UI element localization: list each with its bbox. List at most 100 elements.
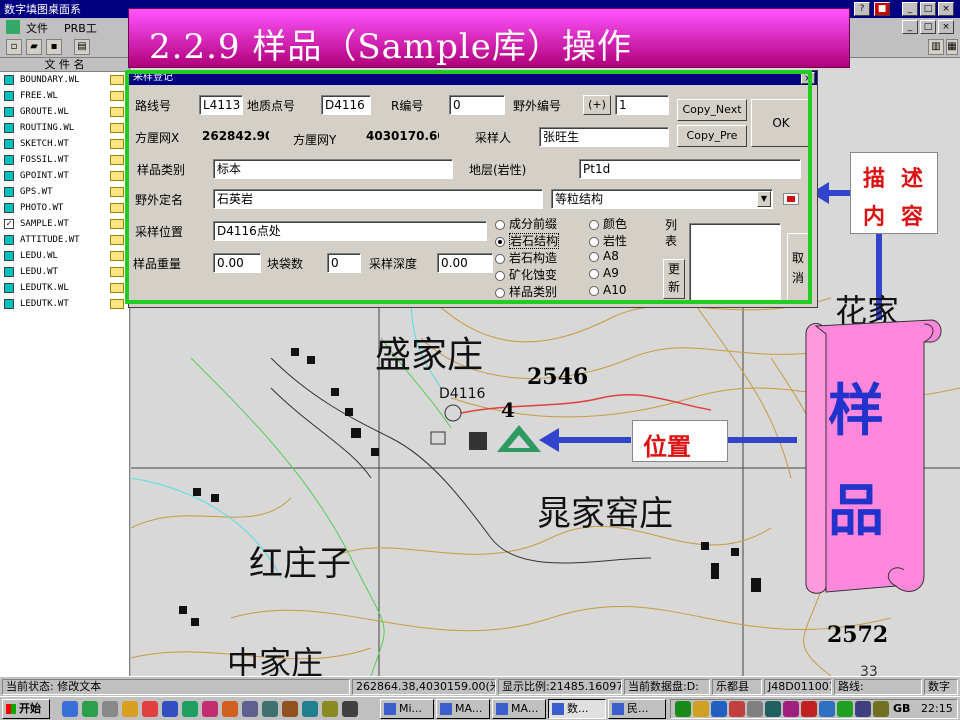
radio-icon[interactable] xyxy=(495,253,505,264)
quicklaunch-app-icon-2[interactable] xyxy=(142,701,158,717)
chevron-down-icon[interactable]: ▼ xyxy=(757,191,771,207)
layer-row[interactable]: ATTITUDE.WT xyxy=(0,232,129,248)
radio-icon[interactable] xyxy=(495,287,505,298)
layer-visibility-checkbox[interactable] xyxy=(4,299,14,309)
quicklaunch-app-icon-7[interactable] xyxy=(322,701,338,717)
radio-icon[interactable] xyxy=(589,236,599,247)
cancel-button[interactable]: 取消 xyxy=(787,233,809,303)
layer-visibility-checkbox[interactable] xyxy=(4,139,14,149)
quicklaunch-app-icon-8[interactable] xyxy=(342,701,358,717)
tray-icon-1[interactable] xyxy=(675,701,691,717)
layer-row[interactable]: GPS.WT xyxy=(0,184,129,200)
tray-icon-4[interactable] xyxy=(729,701,745,717)
new-file-icon[interactable]: ▫ xyxy=(6,39,22,55)
radio-option[interactable]: A9 xyxy=(589,266,619,280)
folder-icon[interactable] xyxy=(110,155,124,165)
layer-visibility-checkbox[interactable] xyxy=(4,107,14,117)
maximize-icon[interactable]: □ xyxy=(920,2,936,16)
list-box[interactable] xyxy=(689,223,781,303)
quicklaunch-access-icon[interactable] xyxy=(202,701,218,717)
copy-pre-button[interactable]: Copy_Pre xyxy=(677,125,747,147)
layer-row[interactable]: FREE.WL xyxy=(0,88,129,104)
quicklaunch-desktop-icon[interactable] xyxy=(102,701,118,717)
radio-option[interactable]: A8 xyxy=(589,249,619,263)
layer-visibility-checkbox[interactable] xyxy=(4,75,14,85)
tray-icon-6[interactable] xyxy=(765,701,781,717)
quicklaunch-app-icon-1[interactable] xyxy=(122,701,138,717)
radio-option[interactable]: 岩石构造 xyxy=(495,249,557,266)
folder-icon[interactable] xyxy=(110,123,124,133)
layer-visibility-checkbox[interactable] xyxy=(4,123,14,133)
tray-icon-5[interactable] xyxy=(747,701,763,717)
toolbar-icon-right-2[interactable]: ▦ xyxy=(946,39,958,55)
radio-option[interactable]: 矿化蚀变 xyxy=(495,266,557,283)
tray-icon-8[interactable] xyxy=(801,701,817,717)
layer-visibility-checkbox[interactable] xyxy=(4,251,14,261)
folder-icon[interactable] xyxy=(110,75,124,85)
tray-icon-2[interactable] xyxy=(693,701,709,717)
layer-visibility-checkbox[interactable] xyxy=(4,187,14,197)
menu-file[interactable]: 文件 xyxy=(26,20,48,36)
radio-icon[interactable] xyxy=(589,268,599,279)
stratum-field[interactable]: Pt1d xyxy=(579,159,801,179)
field-name-field[interactable]: 石英岩 xyxy=(213,189,543,209)
quicklaunch-app-icon-5[interactable] xyxy=(282,701,298,717)
gpoint-field[interactable]: D4116 xyxy=(321,95,371,115)
close-icon[interactable]: × xyxy=(938,2,954,16)
menu-prb[interactable]: PRB工 xyxy=(64,20,97,36)
radio-icon[interactable] xyxy=(495,219,505,230)
flag-icon[interactable]: ■ xyxy=(874,2,890,16)
radio-selected-icon[interactable] xyxy=(495,236,505,247)
tray-icon-7[interactable] xyxy=(783,701,799,717)
texture-select[interactable]: 等粒结构 ▼ xyxy=(551,189,773,209)
ok-button[interactable]: OK xyxy=(751,99,811,147)
quicklaunch-ppt-icon[interactable] xyxy=(222,701,238,717)
layer-visibility-checkbox[interactable]: ✓ xyxy=(4,219,14,229)
layer-visibility-checkbox[interactable] xyxy=(4,91,14,101)
quicklaunch-app-icon-4[interactable] xyxy=(262,701,278,717)
doc-minimize-icon[interactable]: _ xyxy=(902,20,918,34)
layer-visibility-checkbox[interactable] xyxy=(4,155,14,165)
layer-row[interactable]: BOUNDARY.WL xyxy=(0,72,129,88)
quicklaunch-word-icon[interactable] xyxy=(162,701,178,717)
task-button-4[interactable]: 数... xyxy=(548,699,606,719)
print-icon[interactable]: ▤ xyxy=(74,39,90,55)
field-number-increment-button[interactable]: (+) xyxy=(583,95,611,115)
input-method-indicator[interactable]: GB xyxy=(893,702,910,715)
folder-icon[interactable] xyxy=(110,283,124,293)
bags-field[interactable]: 0 xyxy=(327,253,361,273)
folder-icon[interactable] xyxy=(110,219,124,229)
radio-option[interactable]: 颜色 xyxy=(589,215,627,232)
folder-icon[interactable] xyxy=(110,139,124,149)
folder-icon[interactable] xyxy=(110,267,124,277)
tray-icon-11[interactable] xyxy=(855,701,871,717)
layer-row[interactable]: FOSSIL.WT xyxy=(0,152,129,168)
sampler-field[interactable]: 张旺生 xyxy=(539,127,669,147)
layer-visibility-checkbox[interactable] xyxy=(4,283,14,293)
layer-row[interactable]: GPOINT.WT xyxy=(0,168,129,184)
layer-row[interactable]: ROUTING.WL xyxy=(0,120,129,136)
field-number-field[interactable]: 1 xyxy=(615,95,669,115)
folder-icon[interactable] xyxy=(110,91,124,101)
copy-next-button[interactable]: Copy_Next xyxy=(677,99,747,121)
tray-icon-12[interactable] xyxy=(873,701,889,717)
radio-option[interactable]: 样品类别 xyxy=(495,283,557,300)
task-button-2[interactable]: MA... xyxy=(436,699,490,719)
doc-restore-icon[interactable]: □ xyxy=(920,20,936,34)
category-field[interactable]: 标本 xyxy=(213,159,453,179)
radio-icon[interactable] xyxy=(589,251,599,262)
r-number-field[interactable]: 0 xyxy=(449,95,505,115)
radio-option[interactable]: 岩石结构 xyxy=(495,232,560,249)
radio-option[interactable]: 成分前缀 xyxy=(495,215,557,232)
attach-icon[interactable] xyxy=(783,193,799,205)
tray-icon-3[interactable] xyxy=(711,701,727,717)
toolbar-icon-right-1[interactable]: ▥ xyxy=(928,39,944,55)
radio-icon[interactable] xyxy=(589,219,599,230)
layer-visibility-checkbox[interactable] xyxy=(4,203,14,213)
task-button-1[interactable]: Mi... xyxy=(380,699,434,719)
folder-icon[interactable] xyxy=(110,203,124,213)
save-icon[interactable]: ▪ xyxy=(46,39,62,55)
folder-icon[interactable] xyxy=(110,107,124,117)
folder-icon[interactable] xyxy=(110,171,124,181)
layer-row[interactable]: LEDUTK.WL xyxy=(0,280,129,296)
